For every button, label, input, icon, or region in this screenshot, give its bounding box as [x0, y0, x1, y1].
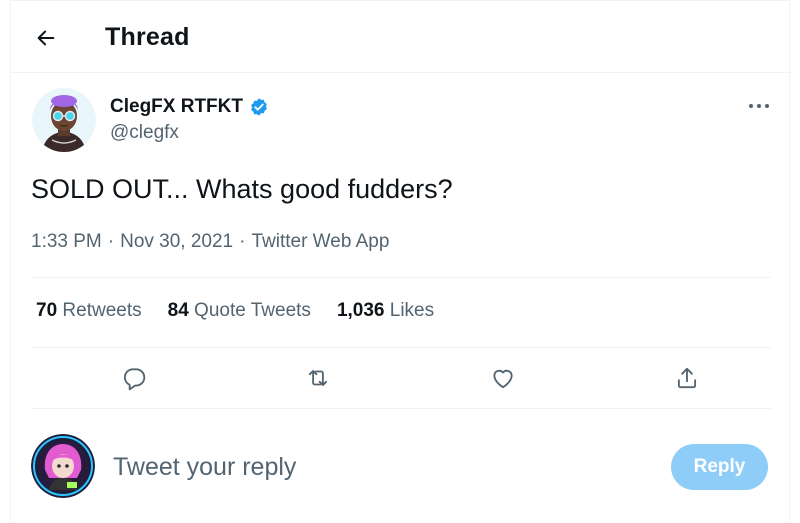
- author-handle[interactable]: @clegfx: [110, 122, 179, 144]
- tweet-stats: 70 Retweets 84 Quote Tweets 1,036 Likes: [36, 300, 434, 322]
- tweet-meta: 1:33 PM · Nov 30, 2021 · Twitter Web App: [31, 231, 389, 253]
- retweets-count: 70: [36, 300, 58, 321]
- heart-icon: [493, 369, 513, 389]
- quote-tweets-count: 84: [167, 300, 189, 321]
- reply-input[interactable]: [113, 449, 653, 485]
- avatar-image: [31, 434, 95, 498]
- avatar-image: [32, 88, 96, 152]
- tweet-text: SOLD OUT... Whats good fudders?: [31, 174, 453, 204]
- likes-count: 1,036: [336, 300, 385, 321]
- author-avatar[interactable]: [32, 88, 96, 152]
- current-user-avatar[interactable]: [31, 434, 95, 498]
- retweets-label: Retweets: [62, 300, 142, 321]
- reply-composer: Reply: [11, 409, 791, 523]
- like-action-button[interactable]: [486, 361, 520, 395]
- thread-header: Thread: [11, 1, 791, 73]
- author-name-row: ClegFX RTFKT: [110, 95, 269, 119]
- meta-separator: ·: [239, 231, 246, 252]
- tweet-date[interactable]: Nov 30, 2021: [120, 231, 233, 253]
- reply-action-button[interactable]: [117, 361, 151, 395]
- tweet-thread-panel: Thread ClegFX RTFKT @clegfx SOLD OUT... …: [10, 0, 791, 523]
- meta-separator: ·: [107, 231, 115, 252]
- divider: [31, 347, 771, 348]
- more-horizontal-icon: [749, 104, 769, 108]
- divider: [31, 277, 771, 278]
- retweets-stat[interactable]: 70 Retweets: [36, 300, 142, 322]
- retweet-action-button[interactable]: [301, 361, 335, 395]
- page-title: Thread: [105, 23, 190, 51]
- share-action-button[interactable]: [670, 361, 704, 395]
- back-button[interactable]: [29, 21, 63, 55]
- tweet-time[interactable]: 1:33 PM: [31, 231, 102, 253]
- more-options-button[interactable]: [746, 93, 772, 119]
- likes-label: Likes: [389, 300, 435, 321]
- quote-tweets-label: Quote Tweets: [194, 300, 311, 321]
- quote-tweets-stat[interactable]: 84 Quote Tweets: [168, 300, 311, 322]
- comment-icon: [123, 368, 146, 391]
- reply-button[interactable]: Reply: [671, 444, 768, 490]
- arrow-left-icon: [37, 30, 55, 46]
- tweet-source[interactable]: Twitter Web App: [251, 231, 389, 253]
- author-display-name[interactable]: ClegFX RTFKT: [110, 96, 243, 118]
- share-icon: [677, 367, 697, 389]
- retweet-icon: [308, 370, 328, 386]
- verified-badge-icon: [251, 98, 267, 116]
- likes-stat[interactable]: 1,036 Likes: [337, 300, 434, 322]
- tweet-actions: [31, 349, 771, 407]
